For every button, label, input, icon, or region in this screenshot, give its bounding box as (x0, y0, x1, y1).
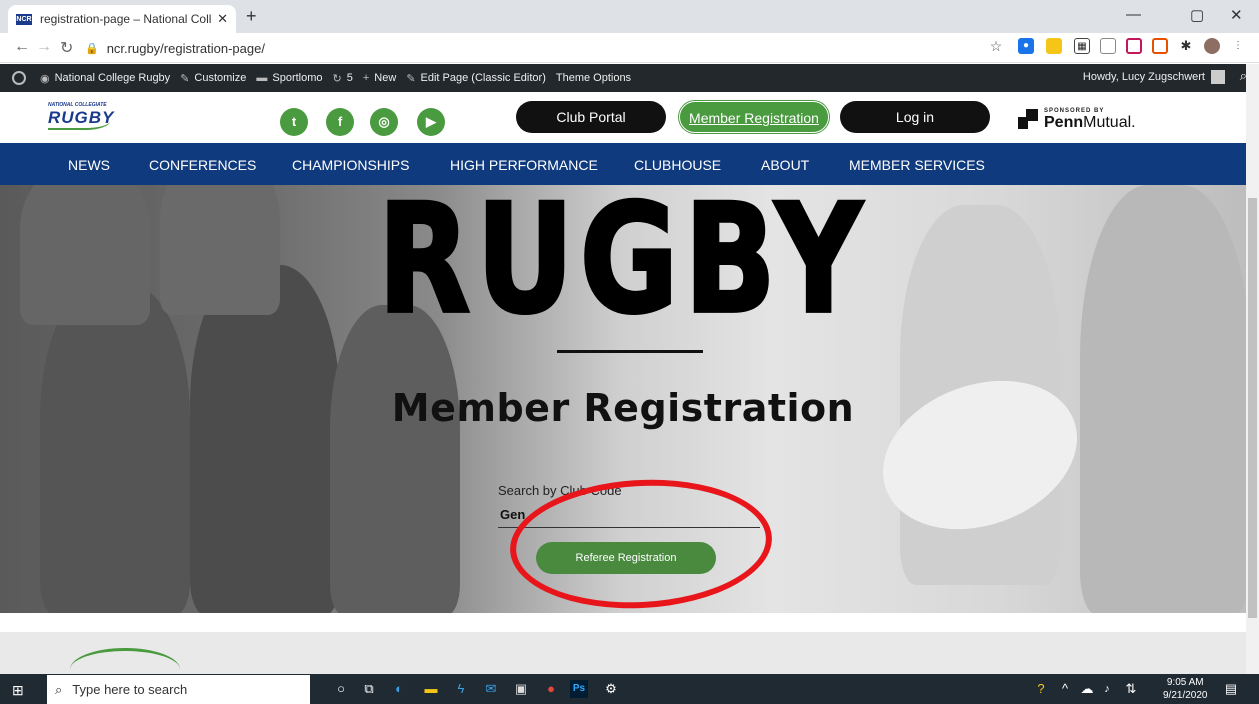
youtube-icon[interactable]: ▶ (417, 108, 445, 136)
maximize-icon[interactable]: ▢ (1190, 6, 1204, 24)
hero-title: RUGBY (376, 173, 869, 348)
twitter-icon[interactable]: t (280, 108, 308, 136)
edge-icon[interactable]: ◐ (390, 680, 408, 698)
search-icon: ⌕ (55, 681, 63, 697)
player-silhouette (330, 305, 460, 613)
folder-icon: ▬ (256, 72, 268, 84)
new-tab-icon[interactable]: + (246, 6, 257, 27)
clock-time: 9:05 AM (1166, 677, 1204, 688)
content-band (0, 632, 1246, 674)
club-portal-button[interactable]: Club Portal (516, 101, 666, 133)
nav-championships[interactable]: CHAMPIONSHIPS (292, 157, 409, 173)
instagram-icon[interactable]: ◎ (370, 108, 398, 136)
address-bar[interactable]: 🔒 ncr.rugby/registration-page/ (85, 37, 960, 59)
settings-gear-icon[interactable]: ⚙ (602, 680, 620, 698)
extension-icon[interactable] (1126, 38, 1142, 54)
wp-site-name[interactable]: ◉ National College Rugby (40, 72, 170, 85)
sponsor-logo[interactable]: SPONSORED BY PennMutual. (1018, 108, 1136, 132)
extension-icon[interactable] (1152, 38, 1168, 54)
lock-icon: 🔒 (85, 42, 99, 55)
nav-member-services[interactable]: MEMBER SERVICES (849, 157, 985, 173)
reload-icon[interactable]: ↻ (60, 38, 73, 58)
notifications-icon[interactable]: ▤ (1222, 680, 1240, 698)
wp-customize[interactable]: ✎ Customize (180, 72, 246, 85)
ncr-logo[interactable]: NATIONAL COLLEGIATE RUGBY (48, 102, 128, 134)
nav-clubhouse[interactable]: CLUBHOUSE (634, 157, 721, 173)
cortana-icon[interactable]: ○ (332, 680, 350, 698)
nav-conferences[interactable]: CONFERENCES (149, 157, 256, 173)
chrome-menu-icon[interactable]: ⋮ (1230, 38, 1246, 54)
extension-icon[interactable] (1046, 38, 1062, 54)
clock-date: 9/21/2020 (1163, 690, 1208, 701)
user-avatar (1211, 70, 1225, 84)
favicon-icon: NCR (16, 13, 32, 25)
volume-icon[interactable]: ♪ (1098, 680, 1116, 698)
wp-admin-bar: ◉ National College Rugby ✎ Customize ▬ Spor… (0, 64, 1252, 92)
mail-icon[interactable]: ✉ (482, 680, 500, 698)
penn-mutual-mark-icon (1018, 109, 1040, 131)
nav-high-performance[interactable]: HIGH PERFORMANCE (450, 157, 598, 173)
pencil-icon: ✎ (406, 72, 416, 85)
extension-icon[interactable]: ▦ (1074, 38, 1090, 54)
updates-icon: ↻ (332, 72, 342, 85)
plus-icon: + (362, 72, 370, 84)
close-tab-icon[interactable]: ✕ (217, 11, 228, 27)
extension-icon[interactable]: ● (1018, 38, 1034, 54)
file-explorer-icon[interactable]: ▬ (422, 680, 440, 698)
logo-big-text: RUGBY (48, 108, 113, 130)
taskbar-clock[interactable]: 9:05 AM 9/21/2020 (1163, 676, 1208, 702)
extensions-puzzle-icon[interactable]: ✱ (1178, 38, 1194, 54)
cloud-icon[interactable]: ☁ (1078, 680, 1096, 698)
bookmark-star-icon[interactable]: ☆ (988, 38, 1004, 54)
log-in-button[interactable]: Log in (840, 101, 990, 133)
wp-sportlomo[interactable]: ▬ Sportlomo (256, 72, 322, 84)
forward-icon[interactable]: → (36, 38, 52, 56)
chrome-icon[interactable]: ● (542, 680, 560, 698)
wordpress-logo-icon[interactable] (12, 71, 26, 85)
sponsor-name-bold: Penn (1044, 114, 1084, 131)
wp-updates[interactable]: ↻ 5 (333, 72, 353, 85)
scrollbar-thumb[interactable] (1248, 198, 1257, 618)
windows-start-icon[interactable]: ⊞ (12, 682, 24, 699)
network-icon[interactable]: ⇅ (1122, 680, 1140, 698)
dashboard-icon: ◉ (40, 72, 50, 85)
nav-news[interactable]: NEWS (68, 157, 110, 173)
wp-howdy-user[interactable]: Howdy, Lucy Zugschwert (1083, 70, 1225, 84)
app-icon[interactable]: ϟ (452, 680, 470, 698)
back-icon[interactable]: ← (14, 38, 30, 56)
photoshop-icon[interactable]: Ps (570, 680, 588, 698)
sponsor-name-light: Mutual. (1083, 114, 1136, 131)
taskbar-search-box[interactable]: ⌕ Type here to search (47, 675, 310, 704)
browser-tab[interactable]: NCR registration-page – National Coll ✕ (8, 5, 236, 33)
help-icon[interactable]: ? (1032, 680, 1050, 698)
close-window-icon[interactable]: ✕ (1230, 6, 1243, 24)
nav-about[interactable]: ABOUT (761, 157, 809, 173)
member-registration-button[interactable]: Member Registration (679, 101, 829, 133)
taskbar-search-placeholder: Type here to search (72, 682, 188, 697)
store-icon[interactable]: ▣ (512, 680, 530, 698)
rugby-ball-image (862, 355, 1098, 555)
brush-icon: ✎ (180, 72, 190, 85)
url-text: ncr.rugby/registration-page/ (106, 40, 265, 56)
task-view-icon[interactable]: ⧉ (360, 680, 378, 698)
hero-divider (557, 350, 703, 353)
minimize-icon[interactable]: — (1126, 6, 1141, 23)
chevron-up-icon[interactable]: ^ (1056, 680, 1074, 698)
extension-icon[interactable] (1100, 38, 1116, 54)
hero-subtitle: Member Registration (391, 386, 855, 430)
wp-edit-page[interactable]: ✎ Edit Page (Classic Editor) (406, 72, 546, 85)
facebook-icon[interactable]: f (326, 108, 354, 136)
wp-new[interactable]: + New (363, 72, 396, 84)
tab-title: registration-page – National Coll (40, 12, 212, 26)
profile-avatar[interactable] (1204, 38, 1220, 54)
wp-theme-options[interactable]: Theme Options (556, 72, 631, 84)
